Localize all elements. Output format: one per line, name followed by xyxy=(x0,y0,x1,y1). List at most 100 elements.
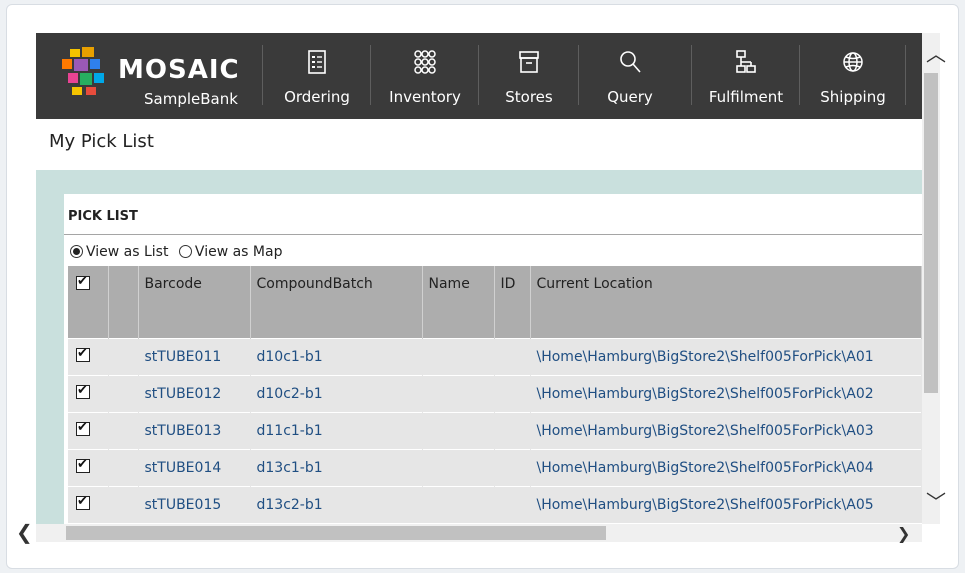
name-cell xyxy=(422,485,495,523)
row-checkbox[interactable] xyxy=(76,383,90,399)
view-mode-toggle: View as List View as Map xyxy=(70,244,282,260)
location-cell[interactable]: \Home\Hamburg\BigStore2\Shelf005ForPick\… xyxy=(530,374,922,412)
nav-item-fulfilment[interactable]: Fulfilment xyxy=(693,33,799,119)
logo-mark-icon xyxy=(62,47,106,95)
horizontal-scroll-thumb[interactable] xyxy=(66,526,606,540)
compoundbatch-cell[interactable]: d13c1-b1 xyxy=(250,448,423,486)
row-blank-cell xyxy=(108,337,139,375)
top-navbar: MOSAIC SampleBank Ordering Inventory Sto… xyxy=(36,33,922,119)
nav-label-fulfilment: Fulfilment xyxy=(708,88,784,106)
nav-divider xyxy=(799,45,800,105)
radio-unselected-icon[interactable] xyxy=(178,245,192,258)
view-as-list-option[interactable]: View as List xyxy=(70,244,168,260)
nav-label-stores: Stores xyxy=(505,88,553,106)
row-checkbox[interactable] xyxy=(76,346,90,362)
select-all-header xyxy=(68,266,109,338)
product-name: SampleBank xyxy=(144,90,238,108)
view-as-map-option[interactable]: View as Map xyxy=(178,244,283,260)
barcode-cell[interactable]: stTUBE015 xyxy=(138,485,251,523)
blank-header xyxy=(108,266,139,338)
compoundbatch-cell[interactable]: d10c1-b1 xyxy=(250,337,423,375)
location-cell[interactable]: \Home\Hamburg\BigStore2\Shelf005ForPick\… xyxy=(530,448,922,486)
scroll-left-icon[interactable]: ❮ xyxy=(16,522,33,542)
globe-icon xyxy=(843,52,863,72)
pick-list-table: Barcode CompoundBatch Name ID Current Lo… xyxy=(68,266,922,523)
scroll-right-icon[interactable]: ❯ xyxy=(897,524,910,544)
nav-divider xyxy=(370,45,371,105)
column-header-current-location[interactable]: Current Location xyxy=(530,266,922,338)
select-all-checkbox[interactable] xyxy=(76,274,90,290)
row-checkbox-cell xyxy=(68,374,109,412)
name-cell xyxy=(422,337,495,375)
vertical-scroll-thumb[interactable] xyxy=(924,73,938,393)
archive-box-icon xyxy=(519,51,539,73)
id-cell xyxy=(494,374,531,412)
app-viewport: MOSAIC SampleBank Ordering Inventory Sto… xyxy=(36,33,922,524)
mosaic-logo[interactable]: MOSAIC SampleBank xyxy=(62,47,239,108)
id-cell xyxy=(494,448,531,486)
row-checkbox[interactable] xyxy=(76,457,90,473)
pick-list-panel: PICK LIST View as List View as Map Barco… xyxy=(64,194,922,524)
nav-divider xyxy=(578,45,579,105)
nav-divider xyxy=(478,45,479,105)
row-blank-cell xyxy=(108,374,139,412)
nav-divider xyxy=(905,45,906,105)
row-checkbox-cell xyxy=(68,337,109,375)
barcode-cell[interactable]: stTUBE014 xyxy=(138,448,251,486)
scroll-up-icon[interactable]: ︿ xyxy=(926,44,946,64)
table-row[interactable]: stTUBE012 d10c2-b1 \Home\Hamburg\BigStor… xyxy=(68,374,922,412)
table-row[interactable]: stTUBE011 d10c1-b1 \Home\Hamburg\BigStor… xyxy=(68,337,922,375)
compoundbatch-cell[interactable]: d10c2-b1 xyxy=(250,374,423,412)
view-as-list-label: View as List xyxy=(86,244,169,260)
nav-item-stores[interactable]: Stores xyxy=(480,33,578,119)
nav-item-query[interactable]: Query xyxy=(580,33,680,119)
table-row[interactable]: stTUBE013 d11c1-b1 \Home\Hamburg\BigStor… xyxy=(68,411,922,449)
location-cell[interactable]: \Home\Hamburg\BigStore2\Shelf005ForPick\… xyxy=(530,485,922,523)
nav-item-shipping[interactable]: Shipping xyxy=(801,33,905,119)
barcode-cell[interactable]: stTUBE013 xyxy=(138,411,251,449)
location-cell[interactable]: \Home\Hamburg\BigStore2\Shelf005ForPick\… xyxy=(530,411,922,449)
row-checkbox-cell xyxy=(68,448,109,486)
row-checkbox[interactable] xyxy=(76,494,90,510)
barcode-cell[interactable]: stTUBE011 xyxy=(138,337,251,375)
nav-label-ordering: Ordering xyxy=(284,88,350,106)
barcode-cell[interactable]: stTUBE012 xyxy=(138,374,251,412)
row-checkbox[interactable] xyxy=(76,420,90,436)
row-blank-cell xyxy=(108,411,139,449)
nav-label-shipping: Shipping xyxy=(820,88,886,106)
compoundbatch-cell[interactable]: d13c2-b1 xyxy=(250,485,423,523)
id-cell xyxy=(494,337,531,375)
nav-label-inventory: Inventory xyxy=(389,88,461,106)
name-cell xyxy=(422,374,495,412)
column-header-name[interactable]: Name xyxy=(422,266,495,338)
panel-title: PICK LIST xyxy=(68,209,138,224)
id-cell xyxy=(494,485,531,523)
nav-label-query: Query xyxy=(607,88,653,106)
view-as-map-label: View as Map xyxy=(194,244,283,260)
name-cell xyxy=(422,411,495,449)
column-header-id[interactable]: ID xyxy=(494,266,531,338)
table-row[interactable]: stTUBE014 d13c1-b1 \Home\Hamburg\BigStor… xyxy=(68,448,922,486)
column-header-compoundbatch[interactable]: CompoundBatch xyxy=(250,266,423,338)
compoundbatch-cell[interactable]: d11c1-b1 xyxy=(250,411,423,449)
hierarchy-icon xyxy=(736,50,756,73)
column-header-barcode[interactable]: Barcode xyxy=(138,266,251,338)
radio-selected-icon[interactable] xyxy=(70,245,83,258)
search-icon xyxy=(620,51,641,73)
row-checkbox-cell xyxy=(68,411,109,449)
list-icon xyxy=(308,50,326,74)
nav-item-inventory[interactable]: Inventory xyxy=(372,33,478,119)
page-title: My Pick List xyxy=(49,131,154,152)
row-blank-cell xyxy=(108,485,139,523)
scroll-down-icon[interactable]: ﹀ xyxy=(926,492,946,512)
horizontal-scrollbar[interactable] xyxy=(36,524,922,542)
vertical-scrollbar[interactable] xyxy=(922,33,940,524)
location-cell[interactable]: \Home\Hamburg\BigStore2\Shelf005ForPick\… xyxy=(530,337,922,375)
id-cell xyxy=(494,411,531,449)
table-header-row: Barcode CompoundBatch Name ID Current Lo… xyxy=(68,266,922,338)
grid-icon xyxy=(414,50,436,74)
nav-item-ordering[interactable]: Ordering xyxy=(264,33,370,119)
row-checkbox-cell xyxy=(68,485,109,523)
panel-divider xyxy=(64,234,922,235)
table-row[interactable]: stTUBE015 d13c2-b1 \Home\Hamburg\BigStor… xyxy=(68,485,922,523)
